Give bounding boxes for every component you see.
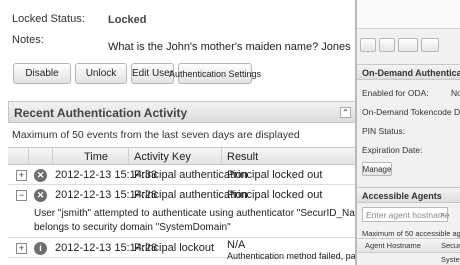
column-divider <box>52 148 53 165</box>
locked-status-value: Locked <box>108 14 147 26</box>
row-detail-line: belongs to security domain "SystemDomain… <box>34 222 231 233</box>
user-details-panel: Locked Status: Locked Notes: What is the… <box>0 0 426 265</box>
oda-destination-label: On-Demand Tokencode Destination: <box>362 107 460 117</box>
activity-section-title: Recent Authentication Activity <box>14 106 188 120</box>
activity-section-header: Recent Authentication Activity ⌃ <box>8 101 355 123</box>
sidebar-toolbar-button[interactable] <box>360 38 376 52</box>
collapse-row-icon[interactable]: − <box>16 190 27 201</box>
agent-hostname-column[interactable]: Agent Hostname <box>365 241 421 250</box>
sidebar-top-blank <box>357 0 460 29</box>
oda-enabled-value: No <box>451 88 460 98</box>
column-result[interactable]: Result <box>227 151 258 163</box>
collapse-icon[interactable]: ⌃ <box>340 107 351 118</box>
agent-search-placeholder: Enter agent hostname <box>366 210 450 220</box>
search-icon[interactable]: ⌕ <box>440 209 445 220</box>
column-activity-key[interactable]: Activity Key <box>134 151 191 163</box>
ondemand-header: On-Demand Authentication (ODA) <box>357 64 460 80</box>
sidebar-toolbar-button[interactable] <box>379 38 395 52</box>
info-icon: i <box>34 242 47 255</box>
expand-icon[interactable]: + <box>16 170 27 181</box>
table-row[interactable]: + ✕ 2012-12-13 15:14:33 Principal authen… <box>8 166 355 185</box>
row-result: Principal locked out <box>227 189 323 201</box>
row-result: N/A <box>227 239 246 251</box>
agent-domain-value: SystemDo <box>441 255 460 264</box>
unlock-button[interactable]: Unlock <box>75 63 127 84</box>
column-divider <box>28 148 29 165</box>
sidebar-toolbar-button[interactable] <box>421 38 439 52</box>
oda-enabled-label: Enabled for ODA: <box>362 88 429 98</box>
activity-note: Maximum of 50 events from the last seven… <box>12 129 300 141</box>
table-row-expanded[interactable]: − ✕ 2012-12-13 15:14:28 Principal authen… <box>8 186 419 238</box>
row-activity-key: Principal lockout <box>134 242 215 254</box>
column-divider <box>128 148 129 165</box>
disable-button[interactable]: Disable <box>13 63 71 84</box>
error-icon: ✕ <box>34 169 47 182</box>
notes-label: Notes: <box>12 34 44 46</box>
error-icon: ✕ <box>34 189 47 202</box>
column-divider <box>221 148 222 165</box>
expiration-date-label: Expiration Date: <box>362 145 423 155</box>
agent-search-input[interactable]: Enter agent hostname ⌕ <box>362 207 450 222</box>
column-time[interactable]: Time <box>84 151 108 163</box>
manage-button[interactable]: Manage <box>362 162 392 176</box>
expand-icon[interactable]: + <box>16 243 27 254</box>
locked-status-label: Locked Status: <box>12 13 85 25</box>
edit-user-button[interactable]: Edit User <box>131 63 174 84</box>
authentication-settings-button[interactable]: Authentication Settings <box>169 63 261 84</box>
notes-value: What is the John's mother's maiden name?… <box>108 41 351 53</box>
accessible-agents-header: Accessible Agents <box>357 187 460 203</box>
sidebar-toolbar-button[interactable] <box>398 38 418 52</box>
table-row[interactable]: + i 2012-12-13 15:14:28 Principal lockou… <box>8 239 426 261</box>
agents-note: Maximum of 50 accessible agents are disp… <box>362 229 460 238</box>
pin-status-label: PIN Status: <box>362 126 405 136</box>
agents-table-header: Agent Hostname Security D <box>357 238 460 253</box>
security-domain-column[interactable]: Security D <box>441 241 460 250</box>
row-result: Principal locked out <box>227 169 323 181</box>
sidebar: On-Demand Authentication (ODA) Enabled f… <box>357 0 460 265</box>
activity-table-header: Time Activity Key Result <box>8 147 355 165</box>
